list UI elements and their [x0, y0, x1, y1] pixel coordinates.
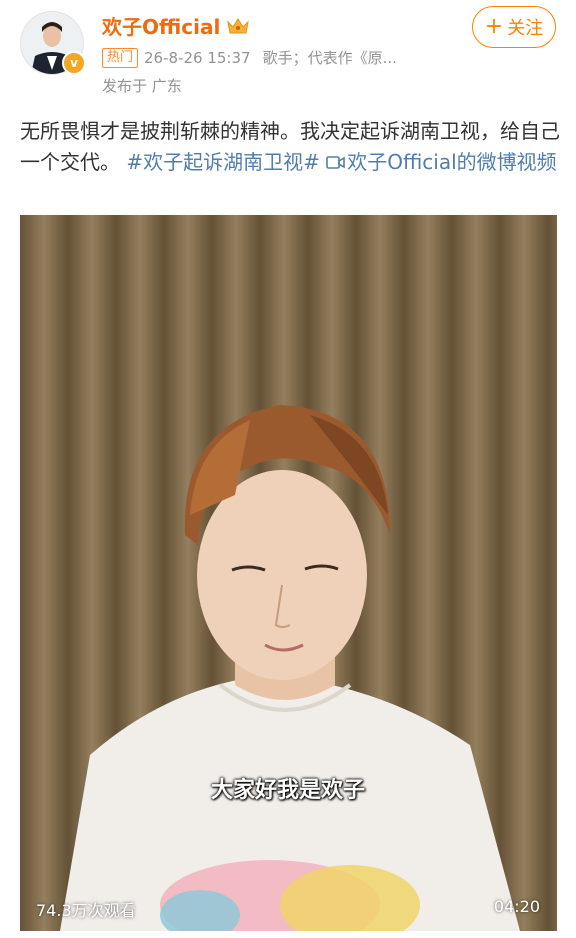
- post-body: 无所畏惧才是披荆斩棘的精神。我决定起诉湖南卫视，给自己一个交代。 #欢子起诉湖南…: [20, 116, 560, 178]
- crown-icon: [227, 17, 250, 33]
- video-thumbnail: [20, 215, 557, 931]
- video-camera-icon: [326, 156, 346, 169]
- view-count: 74.3万次观看: [36, 901, 136, 920]
- hashtag-link[interactable]: #欢子起诉湖南卫视#: [126, 150, 320, 174]
- video-subtitle: 大家好我是欢子: [210, 778, 365, 803]
- follow-label: 关注: [507, 18, 544, 39]
- video-player[interactable]: [20, 215, 557, 931]
- hot-badge: 热门: [102, 47, 139, 68]
- follow-button[interactable]: + 关注: [472, 6, 556, 48]
- post-time: 26-8-26 15:37: [144, 48, 251, 67]
- video-link-label: 欢子Official的微博视频: [347, 150, 557, 174]
- post-location: 发布于 广东: [102, 77, 182, 95]
- video-duration: 04:20: [493, 897, 540, 916]
- username-row: 欢子Official: [102, 11, 250, 40]
- verified-badge-icon: v: [62, 51, 86, 75]
- post-meta: 热门 26-8-26 15:37 歌手；代表作《原...: [102, 47, 397, 68]
- video-link[interactable]: 欢子Official的微博视频: [326, 150, 557, 174]
- user-description: 歌手；代表作《原...: [262, 49, 397, 67]
- plus-icon: +: [484, 14, 504, 39]
- username[interactable]: 欢子Official: [102, 11, 220, 40]
